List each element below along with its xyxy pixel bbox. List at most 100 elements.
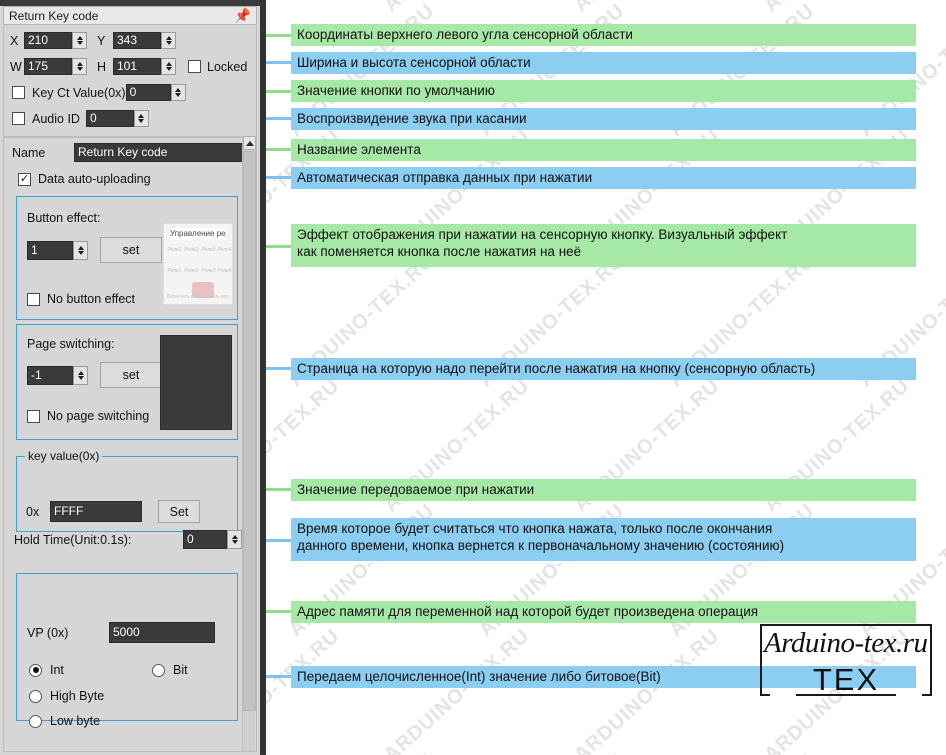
page-switching-title: Page switching:	[27, 337, 115, 351]
preview-cell: Реле2	[184, 247, 199, 253]
vp-option-high-byte[interactable]: High Byte	[29, 689, 104, 703]
page-switching-input[interactable]: -1	[27, 366, 73, 385]
hold-time-stepper[interactable]	[227, 530, 242, 549]
logo-main-text: Arduino-tex.ru	[764, 627, 932, 660]
logo-frame-gap-left	[770, 692, 796, 697]
annotation-size: Ширина и высота сенсорной области	[291, 52, 916, 74]
no-page-switching-checkbox[interactable]	[27, 410, 40, 423]
h-input[interactable]: 101	[113, 58, 161, 75]
button-effect-input[interactable]: 1	[27, 241, 73, 260]
wh-row: W 175 H 101 Locked	[10, 58, 247, 75]
watermark-text: ARDUINO-TEX.RU	[855, 750, 946, 755]
w-input[interactable]: 175	[24, 58, 72, 75]
key-ct-input[interactable]: 0	[126, 84, 171, 101]
locked-checkbox[interactable]	[188, 60, 201, 73]
auto-upload-row: ✓ Data auto-uploading	[18, 172, 151, 186]
vp-option-int[interactable]: Int	[29, 663, 64, 677]
chevron-up-icon[interactable]	[243, 136, 256, 150]
watermark-text: ARDUINO-TEX.RU	[380, 625, 535, 755]
watermark-text: ARDUINO-TEX.RU	[285, 750, 440, 755]
preview-cell: Реле4	[217, 247, 232, 253]
hold-time-input[interactable]: 0	[183, 530, 227, 549]
vp-option-label: Bit	[173, 663, 188, 677]
annotation-vp-address: Адрес памяти для переменной над которой …	[291, 601, 916, 623]
logo-frame-top	[760, 624, 932, 626]
panel-scrollbar[interactable]	[242, 136, 255, 751]
page-switching-preview[interactable]	[160, 335, 232, 430]
y-input[interactable]: 343	[113, 32, 161, 49]
name-label: Name	[12, 146, 74, 160]
no-button-effect-label: No button effect	[47, 292, 135, 306]
vp-radio-bit[interactable]	[152, 664, 165, 677]
vp-radio-int[interactable]	[29, 664, 42, 677]
watermark-text: ARDUINO-TEX.RU	[665, 750, 820, 755]
vp-option-bit[interactable]: Bit	[152, 663, 188, 677]
y-label: Y	[97, 34, 113, 48]
no-page-switching-label: No page switching	[47, 409, 149, 423]
annotation-default-value: Значение кнопки по умолчанию	[291, 80, 916, 102]
annotation-auto-upload: Автоматическая отправка данных при нажат…	[291, 167, 916, 189]
key-ct-row: Key Ct Value(0x) 0	[12, 84, 186, 101]
preview-cell: Реле3	[201, 247, 216, 253]
auto-upload-checkbox[interactable]: ✓	[18, 173, 31, 186]
preview-cell: Реле3	[201, 268, 216, 274]
y-stepper[interactable]	[161, 32, 176, 49]
watermark-text: ARDUINO-TEX.RU	[475, 750, 630, 755]
watermark-text: ARDUINO-TEX.RU	[570, 625, 725, 755]
preview-title: Управление реле	[170, 228, 226, 240]
locked-label: Locked	[207, 60, 247, 74]
name-input[interactable]: Return Key code	[74, 143, 244, 162]
key-value-prefix: 0x	[26, 505, 50, 519]
hold-time-row: Hold Time(Unit:0.1s): 0	[14, 530, 242, 549]
vp-radio-high-byte[interactable]	[29, 690, 42, 703]
name-row: Name Return Key code	[12, 143, 244, 162]
page-switching-stepper[interactable]	[73, 366, 88, 385]
key-value-legend: key value(0x)	[25, 449, 102, 463]
key-value-row: 0x FFFF Set	[26, 500, 200, 523]
key-ct-label: Key Ct Value(0x)	[32, 86, 126, 100]
audio-id-stepper[interactable]	[134, 110, 149, 127]
site-logo: Arduino-tex.ru TEX	[760, 624, 932, 696]
page-switching-group: Page switching: -1 set No page switching	[16, 324, 238, 440]
watermark-text: ARDUINO-TEX.RU	[760, 0, 915, 17]
preview-cell: Реле2	[184, 268, 199, 274]
button-effect-group: Button effect: 1 set No button effect Уп…	[16, 196, 238, 320]
key-value-set-button[interactable]: Set	[158, 500, 200, 523]
no-page-switching-row: No page switching	[27, 409, 149, 423]
button-effect-set-button[interactable]: set	[100, 237, 162, 263]
vp-group: VP (0x) 5000 Int Bit High Byte Low byte	[16, 573, 238, 721]
key-value-input[interactable]: FFFF	[50, 501, 142, 522]
vp-input[interactable]: 5000	[109, 622, 215, 643]
button-effect-title: Button effect:	[27, 211, 100, 225]
key-ct-stepper[interactable]	[171, 84, 186, 101]
vp-option-label: High Byte	[50, 689, 104, 703]
preview-foot-right: Выключить все	[194, 294, 229, 300]
w-stepper[interactable]	[72, 58, 87, 75]
w-label: W	[10, 60, 24, 74]
audio-id-row: Audio ID 0	[12, 110, 149, 127]
audio-id-checkbox[interactable]	[12, 112, 25, 125]
x-input[interactable]: 210	[24, 32, 72, 49]
property-panel: Return Key code 📌 X 210 Y 343 W 175 H 10…	[0, 0, 266, 755]
panel-title: Return Key code	[9, 9, 235, 23]
vp-option-label: Low byte	[50, 714, 100, 728]
page-switching-set-button[interactable]: set	[100, 362, 162, 388]
audio-id-input[interactable]: 0	[86, 110, 134, 127]
button-effect-stepper[interactable]	[73, 241, 88, 260]
x-stepper[interactable]	[72, 32, 87, 49]
pin-icon[interactable]: 📌	[235, 8, 251, 22]
key-ct-checkbox[interactable]	[12, 86, 25, 99]
page-switching-value-row: -1 set	[27, 362, 162, 388]
vp-radio-low-byte[interactable]	[29, 715, 42, 728]
scrollbar-thumb[interactable]	[243, 151, 256, 711]
panel-body: X 210 Y 343 W 175 H 101 Locked Key Ct Va…	[3, 26, 257, 752]
button-effect-preview[interactable]: Управление реле Реле1 Реле2 Реле3 Реле4 …	[163, 223, 233, 305]
audio-id-label: Audio ID	[32, 112, 80, 126]
annotation-page-switching: Страница на которую надо перейти после н…	[291, 358, 916, 380]
h-stepper[interactable]	[161, 58, 176, 75]
no-button-effect-checkbox[interactable]	[27, 293, 40, 306]
vp-option-low-byte[interactable]: Low byte	[29, 714, 100, 728]
vp-label: VP (0x)	[27, 626, 109, 640]
vp-option-label: Int	[50, 663, 64, 677]
annotation-key-value: Значение передоваемое при нажатии	[291, 479, 916, 501]
